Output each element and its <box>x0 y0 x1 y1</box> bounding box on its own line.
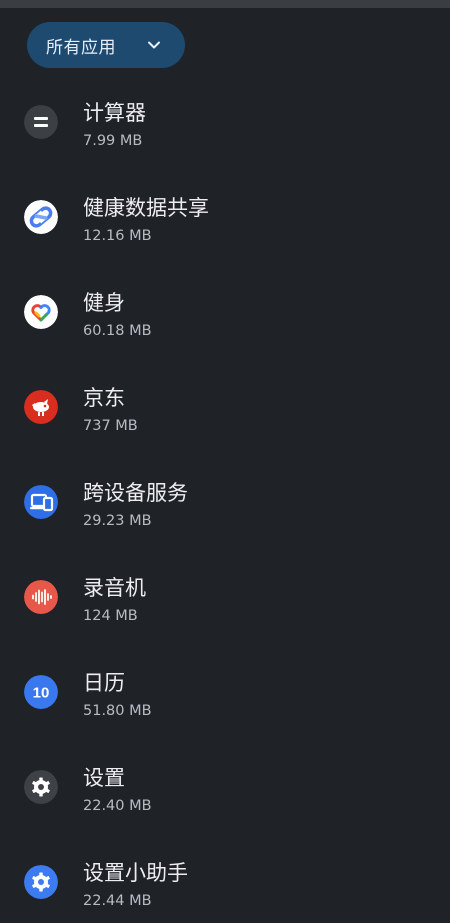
app-row-health-connect[interactable]: 健康数据共享 12.16 MB <box>0 163 450 258</box>
google-fit-icon <box>24 295 58 329</box>
app-row-settings-helper[interactable]: 设置小助手 22.44 MB <box>0 828 450 923</box>
app-size: 22.40 MB <box>83 798 152 814</box>
app-filter-dropdown[interactable]: 所有应用 <box>27 22 185 68</box>
calculator-icon <box>24 105 58 139</box>
app-size: 12.16 MB <box>83 228 152 244</box>
app-list: 计算器 7.99 MB 健康数据共享 12.16 MB 健身 60.18 MB … <box>0 68 450 923</box>
app-row-settings[interactable]: 设置 22.40 MB <box>0 733 450 828</box>
app-name: 设置小助手 <box>83 861 188 885</box>
app-name: 设置 <box>83 766 125 790</box>
settings-gear-icon <box>24 770 58 804</box>
app-name: 跨设备服务 <box>83 481 188 505</box>
app-filter-label: 所有应用 <box>46 37 116 58</box>
app-name: 健康数据共享 <box>83 196 209 220</box>
status-bar-strip <box>0 0 450 8</box>
app-size: 124 MB <box>83 608 138 624</box>
app-row-cross-device[interactable]: 跨设备服务 29.23 MB <box>0 448 450 543</box>
app-row-fit[interactable]: 健身 60.18 MB <box>0 258 450 353</box>
app-size: 51.80 MB <box>83 703 152 719</box>
app-name: 录音机 <box>83 576 146 600</box>
app-name: 京东 <box>83 386 125 410</box>
app-row-calculator[interactable]: 计算器 7.99 MB <box>0 68 450 163</box>
app-size: 60.18 MB <box>83 323 152 339</box>
cross-device-icon <box>24 485 58 519</box>
jd-icon <box>24 390 58 424</box>
app-row-calendar[interactable]: 10 日历 51.80 MB <box>0 638 450 733</box>
calendar-icon-text: 10 <box>33 685 50 702</box>
recorder-icon <box>24 580 58 614</box>
app-size: 7.99 MB <box>83 133 143 149</box>
app-size: 29.23 MB <box>83 513 152 529</box>
app-size: 737 MB <box>83 418 138 434</box>
app-name: 健身 <box>83 291 125 315</box>
app-row-recorder[interactable]: 录音机 124 MB <box>0 543 450 638</box>
settings-helper-icon <box>24 865 58 899</box>
chevron-down-icon <box>148 41 160 49</box>
app-row-jd[interactable]: 京东 737 MB <box>0 353 450 448</box>
app-name: 计算器 <box>83 101 146 125</box>
app-size: 22.44 MB <box>83 893 152 909</box>
calendar-icon: 10 <box>24 675 58 709</box>
app-name: 日历 <box>83 671 125 695</box>
health-connect-icon <box>24 200 58 234</box>
